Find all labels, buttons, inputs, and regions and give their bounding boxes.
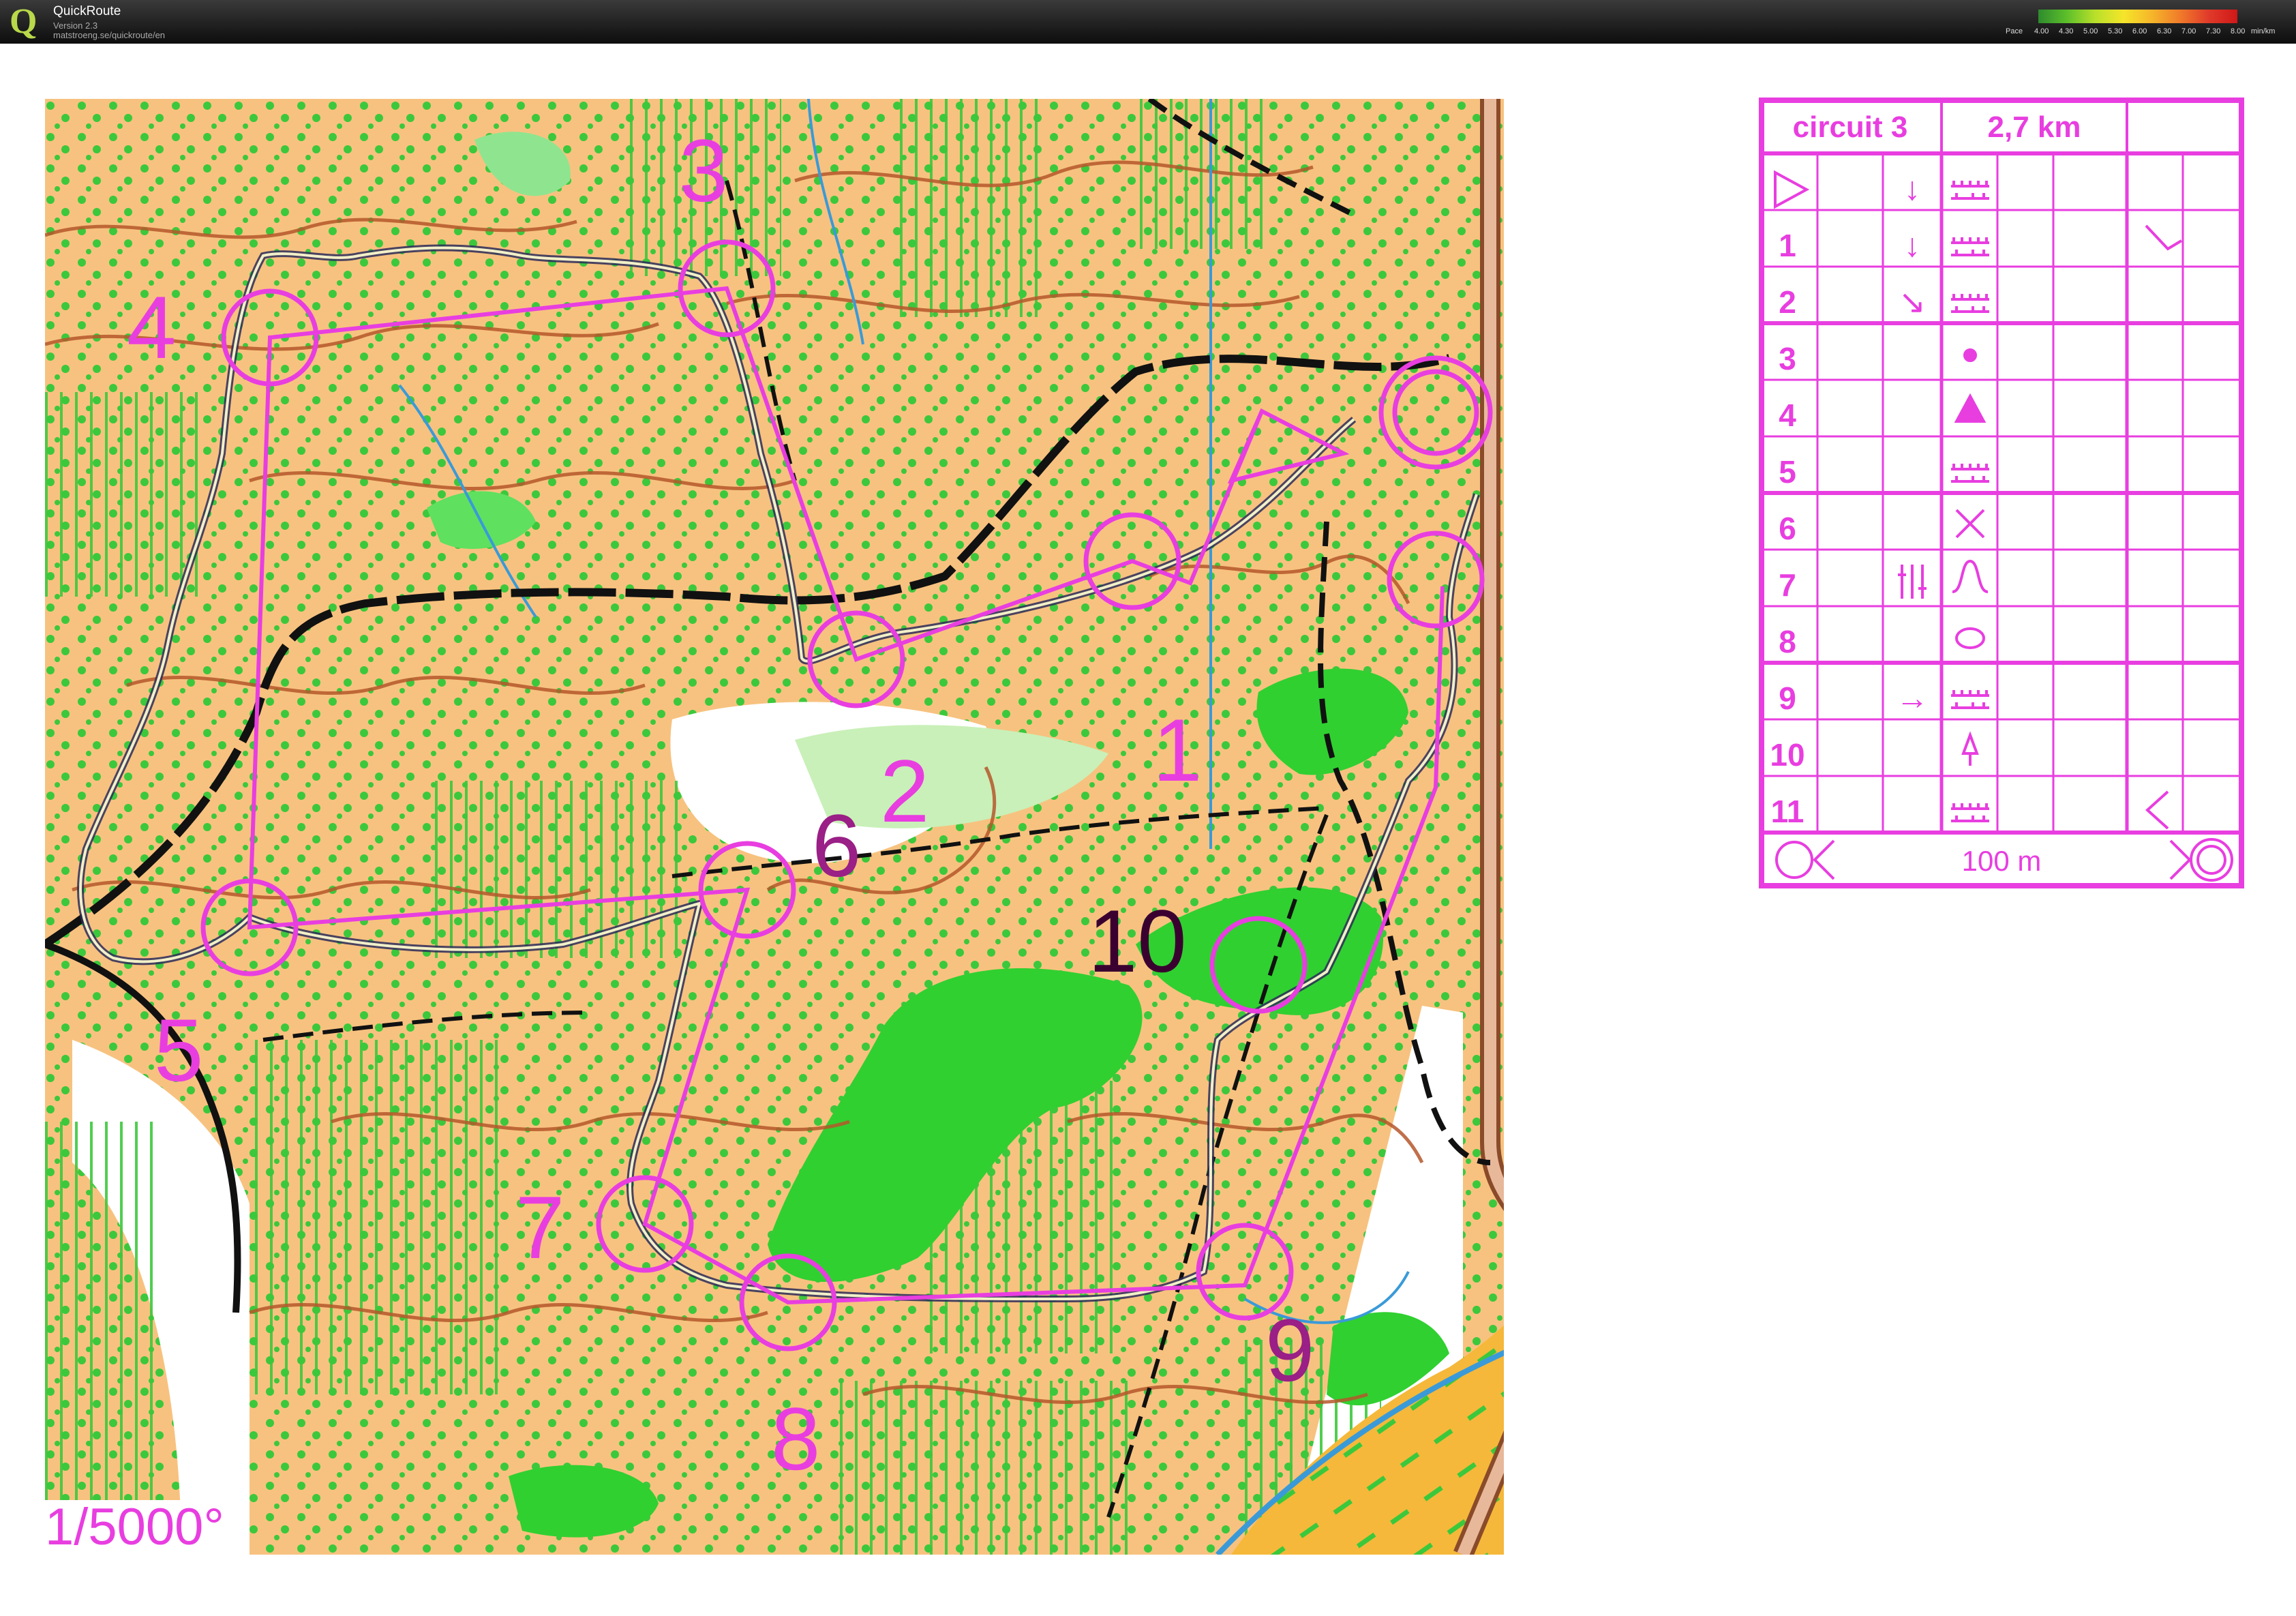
pace-tick: 7.30 bbox=[2206, 27, 2221, 35]
row-code: 6 bbox=[1779, 511, 1796, 546]
broken-ground-icon bbox=[1951, 181, 1989, 200]
pace-tick: 6.30 bbox=[2157, 27, 2172, 35]
control-number: 1 bbox=[1153, 700, 1202, 800]
control-description-sheet: circuit 3 2,7 km 1 2 3 4 5 6 7 8 9 10 11… bbox=[1759, 98, 2244, 888]
cross-icon bbox=[1955, 509, 1985, 539]
ellipse-icon bbox=[1955, 627, 1985, 649]
pace-tick: 4.30 bbox=[2059, 27, 2074, 35]
broken-ground-icon bbox=[1951, 690, 1989, 709]
row-code: 3 bbox=[1779, 341, 1796, 376]
start-triangle-icon bbox=[1774, 170, 1810, 209]
direction-column: ↓ ↓ ↘ → bbox=[1896, 171, 1929, 717]
direction-arrow-icon: ↘ bbox=[1899, 284, 1926, 320]
app-version: Version 2.3 bbox=[53, 20, 98, 31]
map-scale: 1/5000° bbox=[45, 1500, 230, 1555]
row-code: 7 bbox=[1779, 567, 1796, 603]
row-code: 1 bbox=[1779, 228, 1796, 263]
row-code: 11 bbox=[1771, 794, 1804, 829]
course-length: 2,7 km bbox=[1988, 110, 2081, 144]
title-bar: Q QuickRoute Version 2.3 matstroeng.se/q… bbox=[0, 0, 2296, 44]
row-code: 4 bbox=[1779, 398, 1796, 433]
row-code: 2 bbox=[1779, 284, 1796, 320]
finish-funnel-icon bbox=[1813, 839, 1835, 880]
course-name: circuit 3 bbox=[1793, 110, 1908, 144]
finish-distance: 100 m bbox=[1962, 845, 2042, 877]
control-number: 3 bbox=[679, 121, 728, 220]
striped-zone bbox=[45, 1122, 154, 1544]
orienteering-map[interactable]: 1 2 3 4 5 6 7 8 9 10 11 bbox=[45, 99, 1504, 1555]
control-number: 7 bbox=[515, 1178, 564, 1277]
broken-ground-icon bbox=[1951, 464, 1989, 483]
app-url: matstroeng.se/quickroute/en bbox=[53, 30, 166, 40]
finish-double-circle-icon bbox=[2196, 845, 2226, 875]
control-number: 4 bbox=[127, 278, 176, 377]
pace-tick: 5.30 bbox=[2108, 27, 2123, 35]
triangle-icon bbox=[1954, 393, 1987, 423]
app-name: QuickRoute bbox=[53, 4, 121, 18]
knoll-icon bbox=[1952, 559, 1989, 593]
striped-zone bbox=[890, 99, 1047, 317]
control-number: 6 bbox=[812, 796, 861, 895]
quickroute-logo-icon: Q bbox=[10, 2, 37, 41]
pace-tick: 6.00 bbox=[2132, 27, 2147, 35]
striped-zone bbox=[250, 1040, 509, 1394]
description-rows bbox=[1762, 153, 2241, 835]
pace-unit: min/km bbox=[2251, 27, 2276, 35]
pace-label: Pace bbox=[2006, 27, 2023, 35]
angle-left-icon bbox=[2145, 790, 2169, 830]
striped-zone bbox=[45, 392, 202, 597]
dot-icon bbox=[1963, 348, 1977, 362]
pace-tick: 7.00 bbox=[2181, 27, 2196, 35]
row-code: 8 bbox=[1779, 624, 1796, 659]
control-number: 2 bbox=[880, 741, 929, 841]
map-canvas[interactable]: 1 2 3 4 5 6 7 8 9 10 11 bbox=[45, 99, 1504, 1555]
direction-arrow-icon: → bbox=[1896, 680, 1929, 717]
description-grid: circuit 3 2,7 km 1 2 3 4 5 6 7 8 9 10 11… bbox=[1759, 98, 2244, 888]
pace-tick: 5.00 bbox=[2083, 27, 2098, 35]
pace-tick: 4.00 bbox=[2034, 27, 2049, 35]
control-number: 9 bbox=[1265, 1300, 1314, 1400]
row-code: 10 bbox=[1770, 737, 1804, 773]
pace-tick: 8.00 bbox=[2231, 27, 2246, 35]
direction-arrow-icon: ↓ bbox=[1904, 171, 1920, 207]
small-tree-icon bbox=[1961, 731, 1979, 766]
broken-ground-icon bbox=[1951, 237, 1989, 256]
direction-arrow-icon: ↓ bbox=[1904, 228, 1920, 264]
striped-zone bbox=[427, 781, 686, 958]
corner-se-icon bbox=[2145, 224, 2183, 251]
control-number: 5 bbox=[154, 1000, 203, 1100]
finish-circle-small-icon bbox=[1775, 841, 1813, 879]
vertical-bars-icon bbox=[1898, 565, 1927, 599]
control-number: 8 bbox=[771, 1389, 820, 1488]
striped-zone bbox=[836, 1381, 1136, 1555]
finish-funnel-icon bbox=[2169, 839, 2192, 880]
control-number: 10 bbox=[1088, 891, 1187, 991]
row-codes: 1 2 3 4 5 6 7 8 9 10 11 bbox=[1770, 228, 1804, 829]
row-code: 9 bbox=[1779, 680, 1796, 716]
pace-legend: Pace 4.00 4.30 5.00 5.30 6.00 6.30 7.00 … bbox=[1997, 10, 2284, 38]
pace-color-bar bbox=[2038, 10, 2237, 23]
row-code: 5 bbox=[1779, 454, 1796, 490]
broken-ground-icon bbox=[1951, 803, 1989, 822]
broken-ground-icon bbox=[1951, 294, 1989, 313]
